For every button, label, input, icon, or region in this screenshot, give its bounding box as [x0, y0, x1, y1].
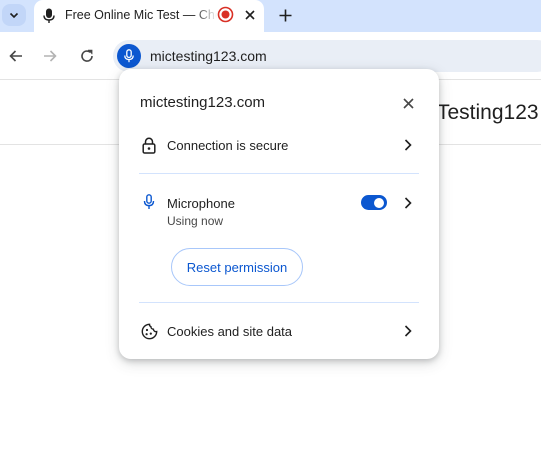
chevron-right-icon: [400, 195, 416, 211]
toggle-knob: [374, 197, 384, 208]
lock-icon: [140, 136, 158, 154]
popup-close-button[interactable]: [398, 93, 418, 113]
address-bar[interactable]: mictesting123.com: [113, 40, 541, 72]
page-heading: Testing123: [437, 101, 539, 124]
close-icon: [402, 97, 414, 109]
reload-icon: [81, 49, 93, 62]
microphone-label: Microphone: [167, 196, 235, 211]
chevron-right-icon: [400, 137, 416, 153]
microphone-permission-row[interactable]: Microphone Using now: [119, 193, 439, 229]
microphone-icon: [140, 193, 158, 211]
popup-title: mictesting123.com: [140, 94, 266, 111]
divider: [139, 302, 419, 303]
site-info-button[interactable]: [117, 44, 141, 68]
close-icon: [245, 10, 255, 20]
microphone-status: Using now: [167, 214, 224, 228]
plus-icon: [279, 9, 291, 21]
arrow-left-icon: [9, 50, 22, 62]
tab-close-button[interactable]: [240, 5, 260, 25]
divider: [139, 173, 419, 174]
recording-indicator-icon: [217, 6, 234, 23]
url-text[interactable]: mictesting123.com: [150, 48, 267, 64]
microphone-icon: [124, 49, 134, 63]
back-button[interactable]: [4, 44, 28, 68]
chevron-down-icon: [9, 12, 19, 19]
reset-permission-button[interactable]: Reset permission: [171, 248, 303, 286]
chevron-right-icon: [400, 323, 416, 339]
cookies-row[interactable]: Cookies and site data: [119, 321, 439, 341]
microphone-toggle[interactable]: [361, 195, 387, 210]
active-tab[interactable]: Free Online Mic Test — Check Microphone: [34, 0, 264, 32]
cookie-icon: [140, 322, 158, 340]
tab-strip: Free Online Mic Test — Check Microphone: [0, 0, 541, 32]
microphone-icon: [43, 8, 55, 23]
cookies-label: Cookies and site data: [167, 324, 293, 339]
new-tab-button[interactable]: [274, 4, 296, 26]
reload-button[interactable]: [75, 44, 99, 68]
tab-search-button[interactable]: [2, 4, 26, 26]
connection-label: Connection is secure: [167, 138, 289, 153]
forward-button[interactable]: [38, 44, 62, 68]
tab-title: Free Online Mic Test — Check Microphone: [65, 8, 217, 22]
site-info-popup: mictesting123.com Connection is secure M…: [119, 69, 439, 359]
arrow-right-icon: [44, 50, 57, 62]
connection-row[interactable]: Connection is secure: [119, 135, 439, 155]
